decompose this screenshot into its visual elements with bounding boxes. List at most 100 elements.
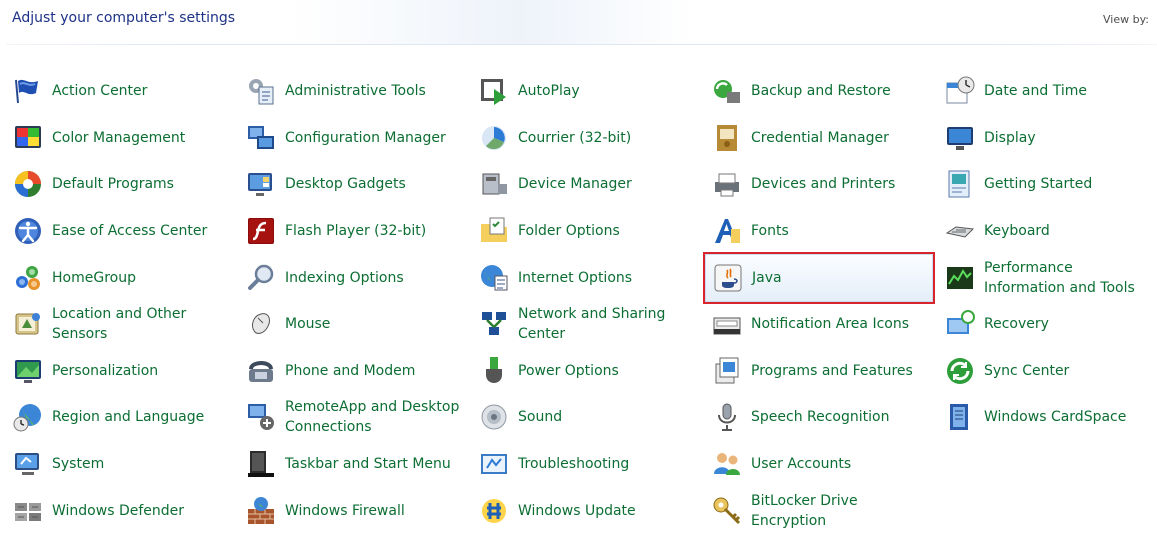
cp-item-homegroup[interactable]: HomeGroup	[0, 254, 233, 301]
cp-item-color-management[interactable]: Color Management	[0, 115, 233, 162]
cp-item-courrier-32-bit[interactable]: Courrier (32-bit)	[466, 115, 699, 162]
cp-item-default-programs[interactable]: Default Programs	[0, 161, 233, 208]
default-programs-icon	[12, 168, 44, 200]
cp-item-java[interactable]: Java	[703, 252, 935, 305]
cp-item-label: Mouse	[285, 316, 331, 333]
cp-item-label: Performance Information and Tools	[984, 259, 1135, 296]
cp-item-windows-cardspace[interactable]: Windows CardSpace	[932, 394, 1157, 441]
remoteapp-icon	[245, 401, 277, 433]
cp-item-mouse[interactable]: Mouse	[233, 301, 466, 348]
cp-item-date-and-time[interactable]: Date and Time	[932, 68, 1157, 115]
cp-item-phone-and-modem[interactable]: Phone and Modem	[233, 348, 466, 395]
device-manager-icon	[478, 168, 510, 200]
cp-item-administrative-tools[interactable]: Administrative Tools	[233, 68, 466, 115]
cp-item-troubleshooting[interactable]: Troubleshooting	[466, 441, 699, 488]
cp-item-bitlocker-drive-encryption[interactable]: BitLocker Drive Encryption	[699, 487, 932, 534]
cp-item-label: Sync Center	[984, 362, 1070, 379]
cp-item-keyboard[interactable]: Keyboard	[932, 208, 1157, 255]
cp-item-fonts[interactable]: Fonts	[699, 208, 932, 255]
cp-item-label: Indexing Options	[285, 269, 404, 286]
java-icon	[712, 262, 744, 294]
cp-item-action-center[interactable]: Action Center	[0, 68, 233, 115]
cp-item-autoplay[interactable]: AutoPlay	[466, 68, 699, 115]
control-panel-items: Action Center Color Management Default Pro…	[0, 68, 1157, 529]
cp-item-desktop-gadgets[interactable]: Desktop Gadgets	[233, 161, 466, 208]
cp-item-sync-center[interactable]: Sync Center	[932, 348, 1157, 395]
monitor-icon	[944, 122, 976, 154]
cp-item-label: RemoteApp and Desktop Connections	[285, 399, 460, 436]
cp-item-label: Personalization	[52, 362, 159, 379]
cp-item-taskbar-and-start-menu[interactable]: Taskbar and Start Menu	[233, 441, 466, 488]
cp-item-label: Date and Time	[984, 83, 1087, 100]
mouse-icon	[245, 308, 277, 340]
printer-icon	[711, 168, 743, 200]
flash-player-icon	[245, 215, 277, 247]
cp-item-label: AutoPlay	[518, 83, 580, 100]
cp-item-internet-options[interactable]: Internet Options	[466, 254, 699, 301]
cp-item-sound[interactable]: Sound	[466, 394, 699, 441]
cp-item-indexing-options[interactable]: Indexing Options	[233, 254, 466, 301]
cp-item-windows-firewall[interactable]: Windows Firewall	[233, 487, 466, 534]
cp-item-ease-of-access-center[interactable]: Ease of Access Center	[0, 208, 233, 255]
power-icon	[478, 355, 510, 387]
cp-item-label: Configuration Manager	[285, 129, 446, 146]
phone-icon	[245, 355, 277, 387]
cp-item-label: Troubleshooting	[518, 456, 630, 473]
cp-item-remoteapp-and-desktop-connections[interactable]: RemoteApp and Desktop Connections	[233, 394, 466, 441]
recovery-icon	[944, 308, 976, 340]
admin-tools-icon	[245, 75, 277, 107]
cp-item-label: Keyboard	[984, 223, 1050, 240]
cp-item-label: Programs and Features	[751, 362, 913, 379]
key-icon	[711, 495, 743, 527]
cp-item-credential-manager[interactable]: Credential Manager	[699, 115, 932, 162]
cp-item-flash-player-32-bit[interactable]: Flash Player (32-bit)	[233, 208, 466, 255]
internet-options-icon	[478, 262, 510, 294]
header-bar: Adjust your computer's settings View by:	[0, 0, 1157, 44]
cp-item-region-and-language[interactable]: Region and Language	[0, 394, 233, 441]
cp-item-speech-recognition[interactable]: Speech Recognition	[699, 394, 932, 441]
cp-item-programs-and-features[interactable]: Programs and Features	[699, 348, 932, 395]
cp-item-label: Display	[984, 129, 1036, 146]
cp-item-label: User Accounts	[751, 456, 852, 473]
flag-icon	[12, 75, 44, 107]
getting-started-icon	[944, 168, 976, 200]
cp-item-recovery[interactable]: Recovery	[932, 301, 1157, 348]
cp-item-label: Windows Update	[518, 502, 636, 519]
cp-item-label: Speech Recognition	[751, 409, 890, 426]
cp-item-folder-options[interactable]: Folder Options	[466, 208, 699, 255]
cp-item-label: Color Management	[52, 129, 186, 146]
cp-item-label: Action Center	[52, 83, 148, 100]
view-by-dropdown[interactable]: View by:	[1103, 13, 1149, 26]
cp-item-personalization[interactable]: Personalization	[0, 348, 233, 395]
credential-icon	[711, 122, 743, 154]
cp-item-label: HomeGroup	[52, 269, 136, 286]
cp-item-devices-and-printers[interactable]: Devices and Printers	[699, 161, 932, 208]
cp-item-device-manager[interactable]: Device Manager	[466, 161, 699, 208]
cp-item-system[interactable]: System	[0, 441, 233, 488]
cp-item-label: Power Options	[518, 362, 619, 379]
autoplay-icon	[478, 75, 510, 107]
cp-item-label: Administrative Tools	[285, 83, 426, 100]
cp-item-location-and-other-sensors[interactable]: Location and Other Sensors	[0, 301, 233, 348]
cp-item-configuration-manager[interactable]: Configuration Manager	[233, 115, 466, 162]
cp-item-label: Flash Player (32-bit)	[285, 223, 427, 240]
users-icon	[711, 448, 743, 480]
cp-item-user-accounts[interactable]: User Accounts	[699, 441, 932, 488]
cp-item-performance-information-and-tools[interactable]: Performance Information and Tools	[932, 254, 1157, 301]
cp-item-label: Backup and Restore	[751, 83, 891, 100]
cp-item-backup-and-restore[interactable]: Backup and Restore	[699, 68, 932, 115]
cp-item-power-options[interactable]: Power Options	[466, 348, 699, 395]
cp-item-notification-area-icons[interactable]: Notification Area Icons	[699, 301, 932, 348]
keyboard-icon	[944, 215, 976, 247]
cp-item-windows-defender[interactable]: Windows Defender	[0, 487, 233, 534]
cp-item-display[interactable]: Display	[932, 115, 1157, 162]
cp-item-label: Java	[752, 270, 782, 287]
cp-item-windows-update[interactable]: Windows Update	[466, 487, 699, 534]
cp-item-label: Notification Area Icons	[751, 316, 910, 333]
cp-item-network-and-sharing-center[interactable]: Network and Sharing Center	[466, 301, 699, 348]
cp-item-getting-started[interactable]: Getting Started	[932, 161, 1157, 208]
system-icon	[12, 448, 44, 480]
network-icon	[478, 308, 510, 340]
personalization-icon	[12, 355, 44, 387]
cp-item-label: Device Manager	[518, 176, 632, 193]
